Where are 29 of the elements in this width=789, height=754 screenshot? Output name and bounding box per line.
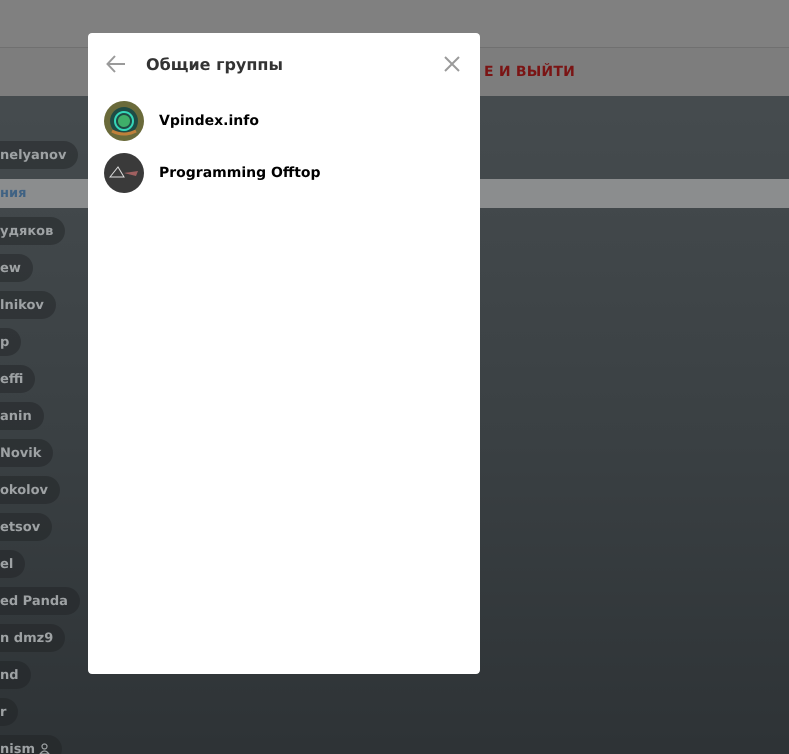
member-chip[interactable]: ed Panda	[0, 587, 80, 615]
member-chip[interactable]: anin	[0, 402, 44, 430]
member-chip[interactable]: etsov	[0, 513, 52, 541]
avatar-picture	[104, 101, 144, 141]
back-button[interactable]	[104, 53, 128, 75]
avatar-picture	[104, 153, 144, 193]
leave-link[interactable]: Е И ВЫЙТИ	[484, 64, 575, 80]
member-chip[interactable]: n dmz9	[0, 624, 66, 652]
member-chip[interactable]: r	[0, 698, 18, 726]
member-chip[interactable]: ew	[0, 254, 33, 282]
member-chip[interactable]: el	[0, 550, 26, 578]
back-arrow-icon	[106, 55, 126, 73]
member-chip[interactable]: okolov	[0, 476, 60, 504]
group-name: Vpindex.info	[159, 113, 259, 129]
group-item[interactable]: Vpindex.info	[88, 95, 480, 147]
group-name: Programming Offtop	[159, 165, 321, 181]
member-chip[interactable]: p	[0, 328, 22, 356]
member-chip[interactable]: удяков	[0, 217, 66, 245]
dialog-title: Общие группы	[146, 54, 284, 74]
member-chip[interactable]: lnikov	[0, 291, 56, 319]
close-icon	[444, 56, 460, 72]
member-chip[interactable]: nism	[0, 735, 62, 754]
member-chip[interactable]: effi	[0, 365, 36, 393]
group-item[interactable]: Programming Offtop	[88, 147, 480, 199]
member-chip[interactable]: nd	[0, 661, 31, 689]
member-chip[interactable]: nelyanov	[0, 141, 78, 169]
close-button[interactable]	[442, 54, 462, 74]
member-chip[interactable]: Novik	[0, 439, 54, 467]
section-label: ния	[0, 186, 26, 201]
